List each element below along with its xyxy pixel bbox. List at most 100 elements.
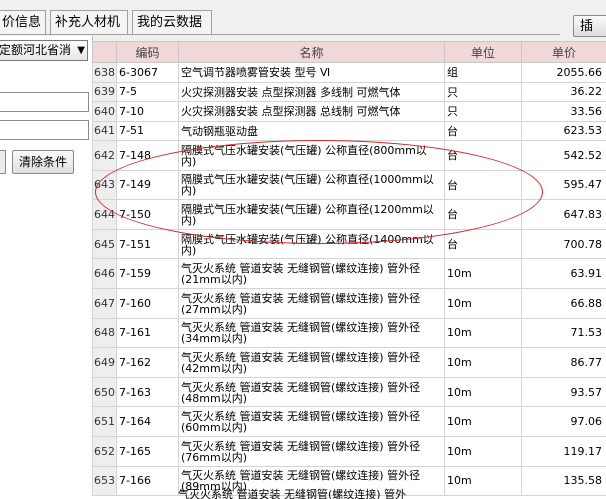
unit-cell: 10m xyxy=(444,376,522,408)
table-row[interactable]: 645 7-151 隔膜式气压水罐安装(气压罐) 公称直径(1400mm以内) 台 70… xyxy=(92,228,606,260)
unit-cell: 只 xyxy=(444,81,522,102)
table-row[interactable]: 649 7-162 气灭火系统 管道安装 无缝钢管(螺纹连接) 管外径(42mm以内… xyxy=(92,347,606,378)
code-cell: 7-164 xyxy=(116,406,179,437)
unit-cell: 10m xyxy=(444,317,522,349)
quota-select-value: 定额河北省消 xyxy=(0,43,72,57)
table-row[interactable]: 641 7-51 气动钢瓶驱动盘台 623.53 xyxy=(92,120,606,141)
code-cell: 7-151 xyxy=(116,228,179,260)
column-header-code[interactable]: 编码 xyxy=(116,41,179,63)
table-row[interactable]: 642 7-148 隔膜式气压水罐安装(气压罐) 公称直径(800mm以内) 台 542… xyxy=(92,140,606,171)
price-cell: 97.06 xyxy=(521,406,606,437)
table-row[interactable]: 650 7-163 气灭火系统 管道安装 无缝钢管(螺纹连接) 管外径(48mm以内… xyxy=(92,376,606,408)
unit-cell: 10m xyxy=(444,258,522,289)
name-cell: 火灾探测器安装 点型探测器 总线制 可燃气体 xyxy=(178,101,445,122)
table-row[interactable]: 647 7-160 气灭火系统 管道安装 无缝钢管(螺纹连接) 管外径(27mm以内… xyxy=(92,287,606,319)
code-cell: 7-150 xyxy=(116,199,179,230)
price-cell: 36.22 xyxy=(521,81,606,102)
row-index-cell: 639 xyxy=(92,81,117,102)
row-index-cell: 645 xyxy=(92,228,117,260)
unit-cell: 台 xyxy=(444,228,522,260)
column-header-unit[interactable]: 单位 xyxy=(444,41,522,63)
unit-cell: 台 xyxy=(444,140,522,171)
name-cell: 气动钢瓶驱动盘 xyxy=(178,120,445,141)
column-header-price[interactable]: 单价 xyxy=(521,41,606,63)
name-cell: 气灭火系统 管道安装 无缝钢管(螺纹连接) 管外径(60mm以内) xyxy=(178,406,445,437)
quota-table: 编码 名称 单位 单价 638 6-3067 空气调节器喷雾管安装 型号 Ⅵ 组 205… xyxy=(92,41,606,497)
table-row[interactable]: 640 7-10 火灾探测器安装 点型探测器 总线制 可燃气体只 33.56 xyxy=(92,101,606,122)
table-row[interactable]: 646 7-159 气灭火系统 管道安装 无缝钢管(螺纹连接) 管外径(21mm以内… xyxy=(92,258,606,289)
filter-input-1[interactable] xyxy=(0,92,89,112)
code-cell: 7-149 xyxy=(116,169,179,201)
column-header-name[interactable]: 名称 xyxy=(178,41,445,63)
price-cell: 542.52 xyxy=(521,140,606,171)
name-cell: 气灭火系统 管道安装 无缝钢管(螺纹连接) 管外径(42mm以内) xyxy=(178,347,445,378)
name-cell: 气灭火系统 管道安装 无缝钢管(螺纹连接) 管外径(48mm以内) xyxy=(178,376,445,408)
code-cell: 7-10 xyxy=(116,101,179,122)
quota-select[interactable]: 定额河北省消 ▼ xyxy=(0,40,88,61)
code-cell: 7-160 xyxy=(116,287,179,319)
row-index-cell: 652 xyxy=(92,435,117,467)
price-cell: 2055.66 xyxy=(521,62,606,83)
row-index-cell: 653 xyxy=(92,465,117,497)
unit-cell: 台 xyxy=(444,169,522,201)
unit-cell: 台 xyxy=(444,120,522,141)
price-cell: 71.53 xyxy=(521,317,606,349)
row-index-cell: 643 xyxy=(92,169,117,201)
price-cell: 66.88 xyxy=(521,287,606,319)
price-cell: 119.17 xyxy=(521,435,606,467)
tab-price-info[interactable]: 价信息 xyxy=(0,10,46,34)
unit-cell: 组 xyxy=(444,62,522,83)
price-cell: 647.83 xyxy=(521,199,606,230)
clear-conditions-button[interactable]: 清除条件 xyxy=(12,150,74,174)
name-cell: 气灭火系统 管道安装 无缝钢管(螺纹连接) 管外径(76mm以内) xyxy=(178,435,445,467)
unit-cell: 10m xyxy=(444,287,522,319)
unit-cell: 台 xyxy=(444,199,522,230)
row-index-cell: 640 xyxy=(92,101,117,122)
unit-cell: 10m xyxy=(444,406,522,437)
tab-my-cloud-data[interactable]: 我的云数据 xyxy=(132,10,212,34)
table-row[interactable]: 643 7-149 隔膜式气压水罐安装(气压罐) 公称直径(1000mm以内) 台 59… xyxy=(92,169,606,201)
row-index-cell: 641 xyxy=(92,120,117,141)
row-index-cell: 644 xyxy=(92,199,117,230)
price-cell: 595.47 xyxy=(521,169,606,201)
search-button[interactable] xyxy=(0,150,6,174)
filter-panel: 定额河北省消 ▼ 清除条件 xyxy=(0,36,93,499)
price-cell: 63.91 xyxy=(521,258,606,289)
table-row[interactable]: 639 7-5 火灾探测器安装 点型探测器 多线制 可燃气体只 36.22 xyxy=(92,81,606,102)
filter-input-2[interactable] xyxy=(0,120,89,140)
table-row[interactable]: 651 7-164 气灭火系统 管道安装 无缝钢管(螺纹连接) 管外径(60mm以内… xyxy=(92,406,606,437)
unit-cell: 只 xyxy=(444,101,522,122)
table-row[interactable]: 648 7-161 气灭火系统 管道安装 无缝钢管(螺纹连接) 管外径(34mm以内… xyxy=(92,317,606,349)
unit-cell: 10m xyxy=(444,347,522,378)
code-cell: 7-162 xyxy=(116,347,179,378)
code-cell: 7-166 xyxy=(116,465,179,497)
row-index-cell: 638 xyxy=(92,62,117,83)
name-cell: 隔膜式气压水罐安装(气压罐) 公称直径(800mm以内) xyxy=(178,140,445,171)
insert-button[interactable]: 插 xyxy=(573,15,606,37)
tab-supplement-materials[interactable]: 补充人材机 xyxy=(50,10,128,34)
code-cell: 6-3067 xyxy=(116,62,179,83)
price-cell: 93.57 xyxy=(521,376,606,408)
code-cell: 7-165 xyxy=(116,435,179,467)
row-index-cell: 646 xyxy=(92,258,117,289)
price-cell: 135.58 xyxy=(521,465,606,497)
code-cell: 7-148 xyxy=(116,140,179,171)
price-cell: 33.56 xyxy=(521,101,606,122)
row-index-cell: 642 xyxy=(92,140,117,171)
name-cell: 隔膜式气压水罐安装(气压罐) 公称直径(1200mm以内) xyxy=(178,199,445,230)
price-cell: 623.53 xyxy=(521,120,606,141)
code-cell: 7-51 xyxy=(116,120,179,141)
price-cell: 700.78 xyxy=(521,228,606,260)
unit-cell: 10m xyxy=(444,465,522,497)
table-row[interactable]: 638 6-3067 空气调节器喷雾管安装 型号 Ⅵ 组 2055.66 xyxy=(92,62,606,83)
code-cell: 7-5 xyxy=(116,81,179,102)
name-cell: 气灭火系统 管道安装 无缝钢管(螺纹连接) 管外径(34mm以内) xyxy=(178,317,445,349)
table-row[interactable]: 652 7-165 气灭火系统 管道安装 无缝钢管(螺纹连接) 管外径(76mm以内… xyxy=(92,435,606,467)
tab-divider xyxy=(0,34,560,35)
row-index-cell: 647 xyxy=(92,287,117,319)
code-cell: 7-159 xyxy=(116,258,179,289)
name-cell: 隔膜式气压水罐安装(气压罐) 公称直径(1000mm以内) xyxy=(178,169,445,201)
tab-bar: 价信息 补充人材机 我的云数据 插 xyxy=(0,0,606,37)
partial-row-name: 气灭火系统 管道安装 无缝钢管(螺纹连接) 管外 xyxy=(178,488,407,499)
table-row[interactable]: 644 7-150 隔膜式气压水罐安装(气压罐) 公称直径(1200mm以内) 台 64… xyxy=(92,199,606,230)
